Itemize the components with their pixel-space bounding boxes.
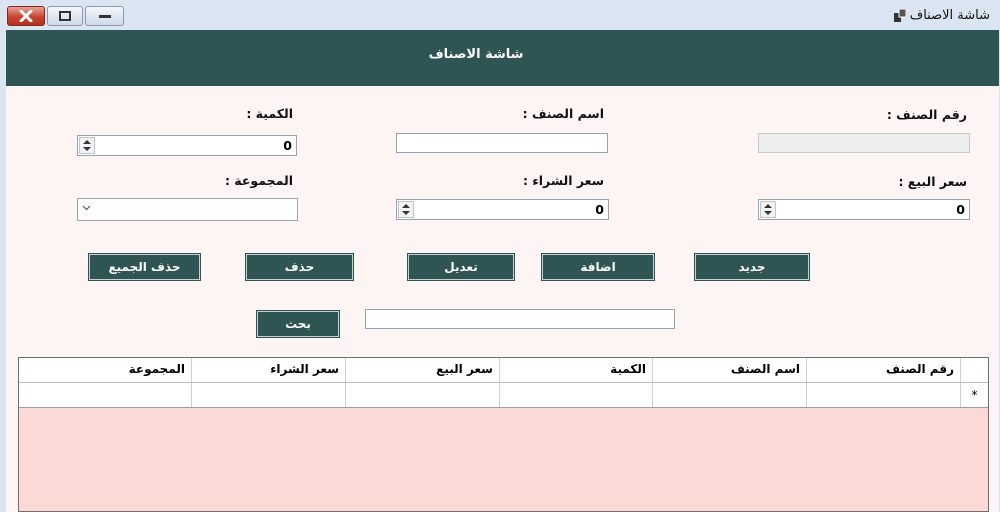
search-button[interactable]: بحث bbox=[256, 310, 340, 338]
column-header-item-number[interactable]: رقم الصنف bbox=[806, 358, 960, 382]
row-header-corner bbox=[960, 358, 988, 382]
app-window-icon bbox=[893, 8, 907, 22]
delete-all-button[interactable]: حذف الجميع bbox=[88, 253, 201, 281]
cell-item-name[interactable] bbox=[652, 383, 806, 407]
add-button[interactable]: اضافة bbox=[541, 253, 655, 281]
maximize-icon bbox=[59, 11, 71, 21]
column-header-group[interactable]: المجموعة bbox=[19, 358, 191, 382]
column-header-sale-price[interactable]: سعر البيع bbox=[345, 358, 499, 382]
header-banner: شاشة الاصناف bbox=[6, 30, 999, 86]
purchase-price-label: سعر الشراء : bbox=[523, 173, 604, 188]
spin-arrows-icon[interactable] bbox=[760, 201, 776, 218]
cell-item-number[interactable] bbox=[806, 383, 960, 407]
quantity-stepper[interactable]: 0 bbox=[77, 135, 297, 156]
new-button[interactable]: جديد bbox=[694, 253, 810, 281]
table-row[interactable]: * bbox=[19, 383, 988, 408]
header-title: شاشة الاصناف bbox=[428, 47, 524, 62]
close-button[interactable] bbox=[7, 6, 45, 26]
purchase-price-value: 0 bbox=[595, 202, 604, 217]
spin-arrows-icon[interactable] bbox=[398, 201, 414, 218]
column-header-item-name[interactable]: اسم الصنف bbox=[652, 358, 806, 382]
item-number-field[interactable] bbox=[758, 133, 970, 153]
maximize-button[interactable] bbox=[47, 6, 83, 26]
item-number-label: رقم الصنف : bbox=[886, 107, 967, 122]
new-row-marker[interactable]: * bbox=[960, 383, 988, 407]
group-dropdown[interactable] bbox=[77, 198, 298, 221]
purchase-price-stepper[interactable]: 0 bbox=[396, 199, 609, 220]
window-title-text: شاشة الاصناف bbox=[909, 8, 990, 23]
sale-price-stepper[interactable]: 0 bbox=[758, 199, 970, 220]
sale-price-value: 0 bbox=[956, 202, 965, 217]
grid-header-row: رقم الصنف اسم الصنف الكمية سعر البيع سعر… bbox=[19, 358, 988, 383]
close-icon bbox=[19, 10, 33, 22]
cell-quantity[interactable] bbox=[499, 383, 652, 407]
sale-price-label: سعر البيع : bbox=[898, 174, 967, 189]
minimize-button[interactable] bbox=[85, 6, 124, 26]
item-name-label: اسم الصنف : bbox=[522, 106, 604, 121]
cell-group[interactable] bbox=[19, 383, 191, 407]
quantity-label: الكمية : bbox=[246, 106, 293, 121]
column-header-quantity[interactable]: الكمية bbox=[499, 358, 652, 382]
items-grid[interactable]: رقم الصنف اسم الصنف الكمية سعر البيع سعر… bbox=[18, 357, 989, 512]
spin-arrows-icon[interactable] bbox=[79, 137, 95, 154]
item-name-field[interactable] bbox=[396, 133, 608, 153]
delete-button[interactable]: حذف bbox=[245, 253, 354, 281]
quantity-value: 0 bbox=[283, 138, 292, 153]
title-bar bbox=[0, 0, 1000, 30]
chevron-down-icon[interactable] bbox=[82, 203, 91, 214]
edit-button[interactable]: تعديل bbox=[407, 253, 515, 281]
cell-purchase-price[interactable] bbox=[191, 383, 345, 407]
column-header-purchase-price[interactable]: سعر الشراء bbox=[191, 358, 345, 382]
search-input[interactable] bbox=[365, 309, 675, 329]
minimize-icon bbox=[98, 15, 111, 18]
window-title: شاشة الاصناف bbox=[893, 8, 990, 23]
group-label: المجموعة : bbox=[224, 173, 293, 188]
cell-sale-price[interactable] bbox=[345, 383, 499, 407]
